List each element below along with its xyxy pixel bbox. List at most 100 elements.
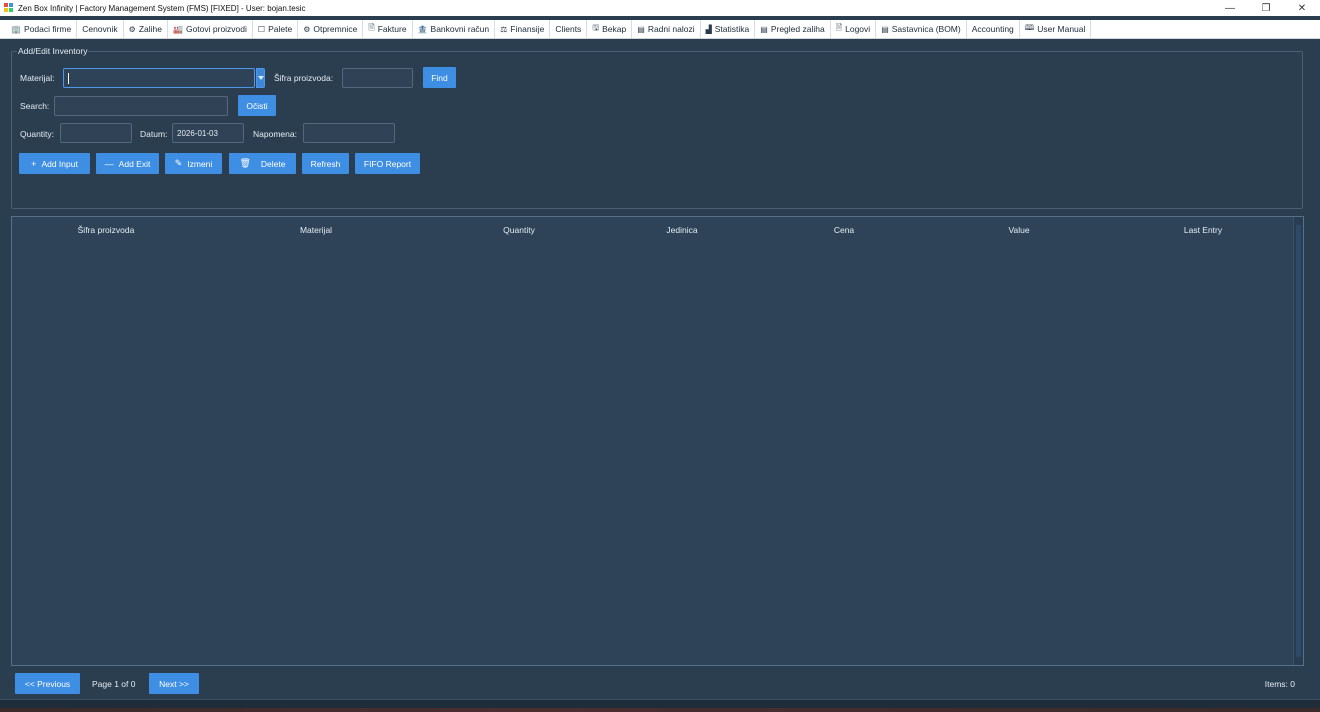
plus-icon: + <box>31 158 37 169</box>
tab-icon: ▤ <box>760 24 768 34</box>
note-input[interactable] <box>303 123 395 143</box>
tab-podaci-firme[interactable]: 🏢 Podaci firme <box>6 20 78 38</box>
trash-icon: 🗑 <box>239 158 251 168</box>
tab-pregled-zaliha[interactable]: ▤ Pregled zaliha <box>755 20 831 38</box>
bottom-strip <box>0 699 1320 712</box>
tab-finansije[interactable]: ⚖ Finansije <box>495 20 551 38</box>
edit-button[interactable]: ✎ Izmeni <box>165 153 222 174</box>
table-header: Šifra proizvoda Materijal Quantity Jedin… <box>12 217 1294 242</box>
code-label: Šifra proizvoda: <box>274 73 334 83</box>
tab-icon: ▤ <box>637 24 645 34</box>
tab-label: Bankovni račun <box>430 24 490 34</box>
tab-fakture[interactable]: 🗎 Fakture <box>363 20 413 38</box>
date-input[interactable]: 2026-01-03 <box>172 123 244 143</box>
tab-icon: ⚖ <box>500 24 508 34</box>
tab-icon: 🗎 <box>835 23 843 32</box>
material-label: Materijal: <box>20 73 55 83</box>
tab-icon: 🕮 <box>1024 23 1035 32</box>
tab-label: Bekap <box>602 24 627 34</box>
tab-label: Cenovnik <box>82 24 118 34</box>
search-label: Search: <box>20 101 50 111</box>
minimize-button[interactable]: — <box>1212 0 1248 16</box>
search-input[interactable] <box>54 96 228 116</box>
items-count: Items: 0 <box>1264 679 1295 689</box>
tab-label: Sastavnica (BOM) <box>891 24 961 34</box>
add-input-button[interactable]: + Add Input <box>19 153 90 174</box>
tab-label: Gotovi proizvodi <box>185 24 247 34</box>
table-vertical-scrollbar[interactable] <box>1293 217 1303 665</box>
tab-icon: 🏢 <box>11 24 21 34</box>
tab-label: Statistika <box>714 24 750 34</box>
quantity-input[interactable] <box>60 123 132 143</box>
tab-label: Finansije <box>510 24 545 34</box>
tab-cenovnik[interactable]: Cenovnik <box>77 20 124 38</box>
column-header-price[interactable]: Cena <box>790 225 898 235</box>
restore-button[interactable]: ❐ <box>1248 0 1284 16</box>
clear-button[interactable]: Očisti <box>238 95 276 116</box>
tab-user-manual[interactable]: 🕮 User Manual <box>1020 20 1092 38</box>
note-label: Napomena: <box>253 129 297 139</box>
tab-icon: 🖫 <box>592 23 600 32</box>
delete-button[interactable]: 🗑 Delete <box>229 153 296 174</box>
tab-label: Clients <box>555 24 582 34</box>
tab-label: Logovi <box>845 24 871 34</box>
column-header-unit[interactable]: Jedinica <box>628 225 736 235</box>
tab-palete[interactable]: ☐ Palete <box>253 20 299 38</box>
fifo-report-button[interactable]: FIFO Report <box>355 153 420 174</box>
tab-clients[interactable]: Clients <box>550 20 588 38</box>
column-header-quantity[interactable]: Quantity <box>465 225 573 235</box>
quantity-label: Quantity: <box>20 129 55 139</box>
tab-label: Fakture <box>377 24 407 34</box>
tab-icon: ▟ <box>705 24 712 34</box>
material-dropdown-arrow-icon[interactable] <box>256 68 265 88</box>
column-header-last-entry[interactable]: Last Entry <box>1149 225 1257 235</box>
tab-label: Accounting <box>971 24 1014 34</box>
tab-label: Radni nalozi <box>647 24 695 34</box>
main-tab-bar: 🏢 Podaci firme Cenovnik ⚙ Zalihe 🏭 Gotovi proi… <box>0 20 1320 39</box>
tab-icon: ⚙ <box>128 24 136 34</box>
tab-label: Zalihe <box>138 24 162 34</box>
tab-icon: 🏦 <box>417 24 428 34</box>
material-combobox[interactable] <box>63 68 255 88</box>
add-exit-button[interactable]: — Add Exit <box>96 153 159 174</box>
date-label: Datum: <box>140 129 168 139</box>
refresh-button[interactable]: Refresh <box>302 153 349 174</box>
tab-label: Otpremnice <box>313 24 358 34</box>
tab-otpremnice[interactable]: ⚙ Otpremnice <box>298 20 364 38</box>
tab-logovi[interactable]: 🗎 Logovi <box>831 20 877 38</box>
tab-icon: ☐ <box>257 24 266 34</box>
column-header-code[interactable]: Šifra proizvoda <box>52 225 160 235</box>
close-button[interactable]: ✕ <box>1284 0 1320 16</box>
tab-label: User Manual <box>1037 24 1086 34</box>
tab-label: Pregled zaliha <box>770 24 825 34</box>
group-title: Add/Edit Inventory <box>17 46 89 56</box>
find-button[interactable]: Find <box>423 67 456 88</box>
app-logo-icon <box>4 3 14 13</box>
tab-label: Palete <box>268 24 293 34</box>
page-info: Page 1 of 0 <box>92 679 136 689</box>
tab-label: Podaci firme <box>23 24 72 34</box>
tab-sastavnica-bom[interactable]: ▤ Sastavnica (BOM) <box>876 20 967 38</box>
column-header-value[interactable]: Value <box>965 225 1073 235</box>
code-input[interactable] <box>342 68 413 88</box>
window-title: Zen Box Infinity | Factory Management Sy… <box>18 3 306 13</box>
next-page-button[interactable]: Next >> <box>149 673 199 694</box>
text-caret <box>68 72 69 84</box>
tab-bankovni-ra-un[interactable]: 🏦 Bankovni račun <box>413 20 496 38</box>
tab-accounting[interactable]: Accounting <box>967 20 1020 38</box>
tab-icon: 🏭 <box>172 24 183 34</box>
tab-icon: ▤ <box>881 24 889 34</box>
pencil-icon: ✎ <box>174 158 183 168</box>
tab-bekap[interactable]: 🖫 Bekap <box>587 20 633 38</box>
minus-icon: — <box>104 158 114 169</box>
tab-gotovi-proizvodi[interactable]: 🏭 Gotovi proizvodi <box>168 20 253 38</box>
title-bar: Zen Box Infinity | Factory Management Sy… <box>0 0 1320 16</box>
tab-zalihe[interactable]: ⚙ Zalihe <box>124 20 168 38</box>
tab-statistika[interactable]: ▟ Statistika <box>701 20 756 38</box>
previous-page-button[interactable]: << Previous <box>15 673 80 694</box>
column-header-material[interactable]: Materijal <box>262 225 370 235</box>
tab-icon: 🗎 <box>368 23 375 32</box>
tab-radni-nalozi[interactable]: ▤ Radni nalozi <box>632 20 701 38</box>
inventory-table[interactable]: Šifra proizvoda Materijal Quantity Jedin… <box>11 216 1304 666</box>
tab-icon: ⚙ <box>303 24 311 34</box>
